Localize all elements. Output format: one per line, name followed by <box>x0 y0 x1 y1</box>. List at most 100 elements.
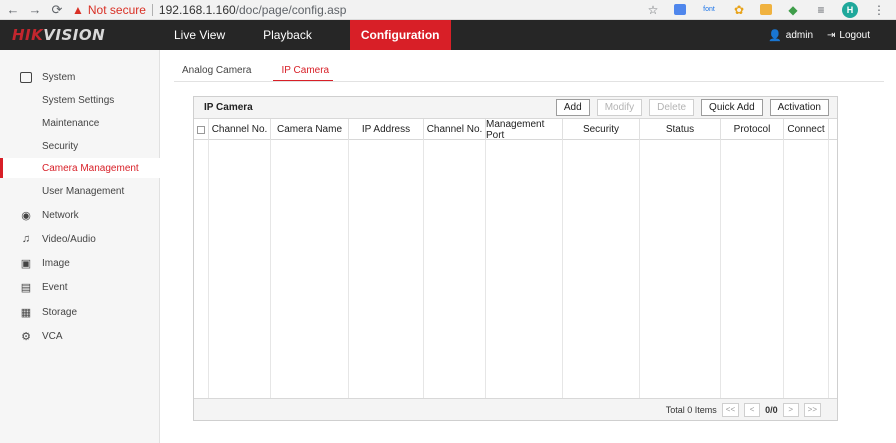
star-icon[interactable]: ☆ <box>646 3 660 17</box>
sidebar-item-label: Security <box>42 140 79 152</box>
quick-add-button[interactable]: Quick Add <box>701 99 763 116</box>
main-content: Analog Camera IP Camera IP Camera Add Mo… <box>160 50 896 443</box>
extension-calendar-icon[interactable] <box>760 4 772 15</box>
column-divider <box>423 140 424 398</box>
last-page-button[interactable]: >> <box>803 402 821 417</box>
logout-button[interactable]: ⇥ Logout <box>827 30 870 41</box>
total-items-label: Total 0 Items <box>665 404 717 415</box>
col-channel-no[interactable]: Channel No. <box>209 119 271 140</box>
sidebar-item-storage[interactable]: ▦ Storage <box>0 302 160 322</box>
add-button[interactable]: Add <box>555 99 590 116</box>
sidebar-item-label: Maintenance <box>42 117 100 129</box>
app-header: HIK VISION Live View Playback Configurati… <box>0 20 896 50</box>
sidebar-item-label: User Management <box>42 185 125 197</box>
sidebar-item-user-management[interactable]: User Management <box>0 181 160 201</box>
first-page-button[interactable]: << <box>721 402 740 417</box>
warning-icon: ▲ <box>72 2 84 17</box>
extension-puzzle-icon[interactable]: ◆ <box>786 3 800 17</box>
col-connect[interactable]: Connect <box>784 119 829 140</box>
logo-hik: HIK <box>12 26 44 44</box>
sidebar-item-label: System Settings <box>42 94 115 106</box>
event-icon: ▤ <box>20 281 32 294</box>
sidebar-item-system[interactable]: System <box>0 67 160 87</box>
reload-icon[interactable]: ⟳ <box>46 0 68 20</box>
column-divider <box>562 140 563 398</box>
column-divider <box>828 140 829 398</box>
forward-arrow-icon[interactable]: → <box>24 0 46 20</box>
logout-label: Logout <box>839 29 870 41</box>
user-icon: 👤 <box>768 29 782 42</box>
monitor-icon <box>19 70 33 84</box>
activation-button[interactable]: Activation <box>769 99 829 116</box>
delete-button[interactable]: Delete <box>649 99 695 116</box>
panel-title: IP Camera <box>204 102 253 113</box>
sidebar-item-event[interactable]: ▤ Event <box>0 277 160 297</box>
sidebar-item-label: Event <box>42 281 68 293</box>
nav-live-view[interactable]: Live View <box>174 20 243 50</box>
sidebar-item-label: System <box>42 71 76 83</box>
prev-page-button[interactable]: < <box>744 402 761 417</box>
col-ip-address[interactable]: IP Address <box>349 119 424 140</box>
page-indicator: 0/0 <box>765 404 778 415</box>
nav-playback[interactable]: Playback <box>263 20 330 50</box>
back-arrow-icon[interactable]: ← <box>2 0 24 20</box>
sidebar: System System Settings Maintenance Secur… <box>0 50 160 443</box>
profile-avatar[interactable]: H <box>842 1 858 18</box>
url-host: 192.168.1.160 <box>158 2 236 17</box>
tab-analog-camera[interactable]: Analog Camera <box>174 62 255 82</box>
globe-icon: ◉ <box>21 209 31 222</box>
sidebar-item-maintenance[interactable]: Maintenance <box>0 113 160 133</box>
sidebar-item-video-audio[interactable]: ♫ Video/Audio <box>0 229 160 249</box>
column-divider <box>639 140 640 398</box>
tab-ip-camera[interactable]: IP Camera <box>273 62 334 82</box>
sidebar-item-label: Image <box>42 257 70 269</box>
sidebar-item-vca[interactable]: ⚙ VCA <box>0 326 160 346</box>
col-status[interactable]: Status <box>640 119 721 140</box>
username: admin <box>785 29 814 41</box>
table-header: Channel No. Camera Name IP Address Chann… <box>194 119 837 141</box>
column-divider <box>485 140 486 398</box>
column-divider <box>208 140 209 398</box>
nav-configuration[interactable]: Configuration <box>349 20 451 50</box>
url-path: /doc/page/config.asp <box>235 2 347 17</box>
modify-button[interactable]: Modify <box>596 99 643 116</box>
pagination-bar: Total 0 Items << < 0/0 > >> <box>194 398 837 420</box>
top-navigation: Live View Playback Configuration <box>174 20 451 50</box>
hikvision-logo: HIK VISION <box>0 20 174 50</box>
extension-blue-icon[interactable] <box>674 4 686 15</box>
url-divider <box>151 3 153 16</box>
video-audio-icon: ♫ <box>21 233 31 245</box>
extension-font-icon[interactable]: font <box>700 3 718 17</box>
col-protocol[interactable]: Protocol <box>721 119 784 140</box>
menu-kebab-icon[interactable]: ⋮ <box>872 3 886 17</box>
sidebar-item-security[interactable]: Security <box>0 136 160 156</box>
sidebar-item-label: Camera Management <box>42 162 139 174</box>
panel-header: IP Camera Add Modify Delete Quick Add Ac… <box>194 97 837 119</box>
col-management-port[interactable]: Management Port <box>486 119 563 141</box>
sidebar-item-network[interactable]: ◉ Network <box>0 205 160 225</box>
url-text[interactable]: 192.168.1.160/doc/page/config.asp <box>159 3 347 17</box>
sidebar-item-camera-management[interactable]: Camera Management <box>0 158 160 178</box>
logo-vision: VISION <box>43 26 106 44</box>
sidebar-item-image[interactable]: ▣ Image <box>0 253 160 273</box>
user-menu[interactable]: 👤 admin <box>768 29 813 42</box>
reading-list-icon[interactable]: ≡ <box>814 3 828 17</box>
col-camera-name[interactable]: Camera Name <box>271 119 349 140</box>
sidebar-item-label: VCA <box>42 330 63 342</box>
ip-camera-panel: IP Camera Add Modify Delete Quick Add Ac… <box>193 96 838 421</box>
extension-flower-icon[interactable]: ✿ <box>732 3 746 17</box>
address-bar[interactable]: ▲ Not secure 192.168.1.160/doc/page/conf… <box>72 0 346 20</box>
column-divider <box>348 140 349 398</box>
col-security[interactable]: Security <box>563 119 640 140</box>
select-all-checkbox[interactable] <box>197 125 205 134</box>
sidebar-item-system-settings[interactable]: System Settings <box>0 90 160 110</box>
browser-toolbar: ← → ⟳ ▲ Not secure 192.168.1.160/doc/pag… <box>0 0 896 20</box>
column-divider <box>783 140 784 398</box>
camera-tabs: Analog Camera IP Camera <box>174 62 334 82</box>
col-channel-no-2[interactable]: Channel No. <box>424 119 486 140</box>
image-icon: ▣ <box>20 257 32 270</box>
next-page-button[interactable]: > <box>782 402 799 417</box>
tabs-divider <box>174 81 884 82</box>
sidebar-item-label: Video/Audio <box>42 233 96 245</box>
not-secure-label: Not secure <box>87 2 146 17</box>
